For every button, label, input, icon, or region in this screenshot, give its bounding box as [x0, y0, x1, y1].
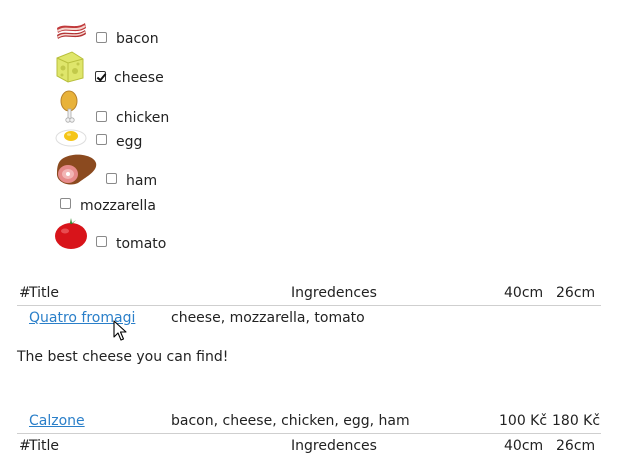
pizza-title-link[interactable]: Calzone — [29, 413, 85, 429]
pizza-ingredients: cheese, mozzarella, tomato — [171, 310, 365, 326]
chicken-label: chicken — [116, 110, 170, 126]
col-size-26: 26cm — [556, 285, 596, 301]
chicken-checkbox[interactable] — [96, 111, 107, 122]
pizza-description: The best cheese you can find! — [17, 349, 229, 365]
mouse-cursor-icon — [113, 320, 127, 341]
ham-label: ham — [126, 173, 158, 189]
col-title: Title — [29, 285, 60, 301]
ham-checkbox[interactable] — [106, 173, 117, 184]
cheese-checkbox[interactable] — [95, 71, 106, 82]
col-size-40: 40cm — [504, 438, 544, 454]
row-divider — [17, 433, 601, 434]
price-26cm: 180 Kč — [552, 413, 601, 429]
col-ingredients: Ingredences — [291, 438, 377, 454]
chicken-drumstick-icon — [60, 90, 78, 123]
ham-icon — [56, 154, 97, 185]
fried-egg-icon — [55, 129, 87, 147]
pizza-ingredients: bacon, cheese, chicken, egg, ham — [171, 413, 410, 429]
col-size-26: 26cm — [556, 438, 596, 454]
price-40cm: 100 Kč — [499, 413, 548, 429]
bacon-icon — [57, 23, 86, 39]
tomato-label: tomato — [116, 236, 167, 252]
mozzarella-label: mozzarella — [80, 198, 156, 214]
col-ingredients: Ingredences — [291, 285, 377, 301]
egg-checkbox[interactable] — [96, 134, 107, 145]
cheese-label: cheese — [114, 70, 164, 86]
tomato-icon — [55, 218, 87, 249]
mozzarella-checkbox[interactable] — [60, 198, 71, 209]
header-divider — [17, 305, 601, 306]
col-title: Title — [29, 438, 60, 454]
bacon-checkbox[interactable] — [96, 32, 107, 43]
cheese-icon — [56, 51, 84, 83]
tomato-checkbox[interactable] — [96, 236, 107, 247]
col-size-40: 40cm — [504, 285, 544, 301]
bacon-label: bacon — [116, 31, 159, 47]
egg-label: egg — [116, 134, 143, 150]
